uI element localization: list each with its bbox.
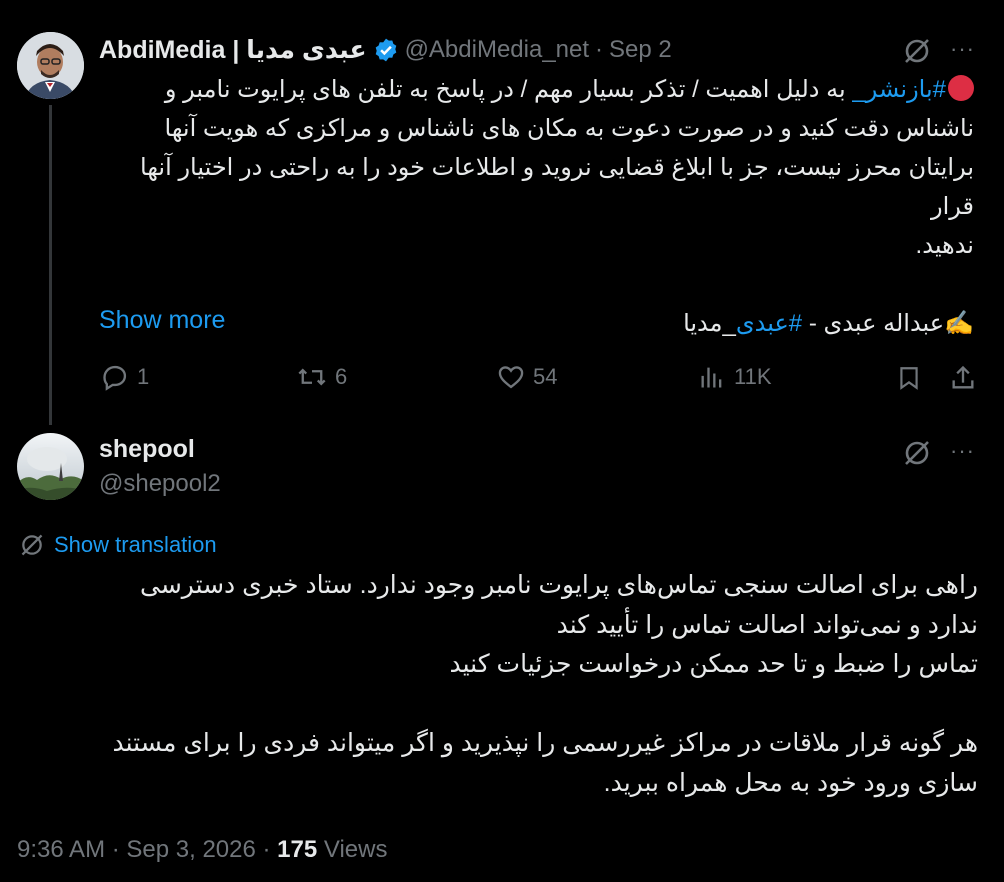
reply-line-5: هر گونه قرار ملاقات در مراکز غیررسمی را … bbox=[112, 729, 978, 757]
reply-body: راهی برای اصالت سنجی تماس‌های پرایوت نام… bbox=[19, 566, 978, 803]
translate-icon bbox=[21, 534, 43, 556]
show-translation-label: Show translation bbox=[54, 532, 217, 557]
avatar-shepool[interactable] bbox=[17, 433, 84, 500]
reply-views-label: Views bbox=[317, 836, 388, 863]
tweet-signature: ✍️عبداله عبدی - #عبدی_مدیا bbox=[99, 304, 974, 343]
like-icon bbox=[498, 366, 524, 389]
signature-suffix: _مدیا bbox=[683, 310, 736, 337]
views-count: 11K bbox=[734, 364, 772, 389]
more-icon[interactable]: ··· bbox=[950, 36, 975, 62]
signature-prefix: ✍️عبداله عبدی - bbox=[802, 310, 974, 337]
show-translation-button[interactable]: Show translation bbox=[19, 532, 217, 558]
tweet-line-1-text: به دلیل اهمیت / تذکر بسیار مهم / در پاسخ… bbox=[164, 76, 853, 103]
handle[interactable]: @AbdiMedia_net bbox=[405, 36, 589, 64]
tweet-line-2: ناشناس دقت کنید و در صورت دعوت به مکان ه… bbox=[164, 115, 974, 142]
repost-icon bbox=[298, 368, 326, 386]
reply-timestamp[interactable]: 9:36 AM · Sep 3, 2026 · bbox=[17, 836, 277, 863]
reply-icon bbox=[103, 365, 127, 391]
reply-count: 1 bbox=[137, 364, 150, 389]
more-icon[interactable]: ··· bbox=[950, 438, 975, 464]
tweet-header: AbdiMedia | عبدی مدیا @AbdiMedia_net · S… bbox=[99, 33, 672, 67]
repost-button[interactable]: 6 bbox=[297, 363, 347, 391]
reply-line-1: راهی برای اصالت سنجی تماس‌های پرایوت نام… bbox=[139, 571, 978, 599]
grok-icon[interactable] bbox=[900, 34, 934, 68]
avatar-image bbox=[17, 32, 84, 99]
tweet-body: #بازنشر_ به دلیل اهمیت / تذکر بسیار مهم … bbox=[99, 70, 974, 343]
avatar-abdimedia[interactable] bbox=[17, 32, 84, 99]
separator-dot: · bbox=[595, 36, 604, 63]
share-icon[interactable] bbox=[948, 363, 978, 393]
reply-line-3: تماس را ضبط و تا حد ممکن درخواست جزئیات … bbox=[449, 650, 978, 678]
repost-count: 6 bbox=[335, 364, 348, 389]
verified-badge-icon bbox=[373, 37, 399, 63]
display-name[interactable]: AbdiMedia | عبدی مدیا bbox=[99, 35, 367, 65]
like-button[interactable]: 54 bbox=[497, 363, 557, 391]
reply-timestamp-row: 9:36 AM · Sep 3, 2026 · 175 Views bbox=[17, 836, 387, 864]
hashtag-baznashr[interactable]: #بازنشر_ bbox=[852, 76, 946, 103]
show-more-link[interactable]: Show more bbox=[99, 306, 225, 335]
tweet-line-4: ندهید. bbox=[915, 232, 974, 259]
thread-connector-line bbox=[49, 105, 52, 425]
tweet-line-3: برایتان محرز نیست، جز با ابلاغ قضایی نرو… bbox=[140, 154, 974, 220]
grok-icon[interactable] bbox=[900, 436, 934, 470]
reply-button[interactable]: 1 bbox=[101, 363, 149, 391]
avatar-image bbox=[17, 433, 84, 500]
bookmark-icon[interactable] bbox=[895, 364, 923, 392]
reply-handle[interactable]: @shepool2 bbox=[99, 470, 221, 498]
views-icon bbox=[701, 367, 722, 388]
reply-display-name[interactable]: shepool bbox=[99, 435, 195, 464]
hashtag-abdi[interactable]: #عبدی bbox=[736, 310, 802, 337]
tweet-date[interactable]: Sep 2 bbox=[609, 36, 672, 64]
views-button[interactable]: 11K bbox=[698, 363, 772, 391]
reply-views-count: 175 bbox=[277, 836, 318, 863]
red-circle-emoji bbox=[948, 75, 974, 101]
reply-line-2: ندارد و نمی‌تواند اصالت تماس را تأیید کن… bbox=[556, 610, 978, 639]
reply-line-4 bbox=[19, 685, 978, 725]
tweet-line-1: #بازنشر_ به دلیل اهمیت / تذکر بسیار مهم … bbox=[99, 70, 974, 109]
like-count: 54 bbox=[533, 364, 558, 389]
reply-line-6: سازی ورود خود به محل همراه ببرید. bbox=[603, 768, 978, 797]
